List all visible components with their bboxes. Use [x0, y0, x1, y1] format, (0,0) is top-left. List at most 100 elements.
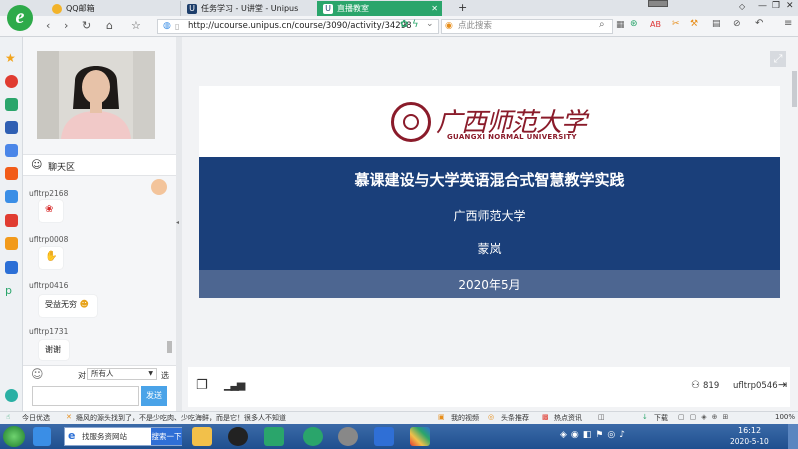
page-icon: ▯	[175, 22, 180, 31]
chat-title: 聊天区	[48, 163, 76, 173]
recipient-select[interactable]: 所有人 ▼	[87, 368, 157, 380]
unipus-icon: U	[187, 3, 197, 14]
send-button[interactable]: 发送	[141, 386, 167, 406]
news-icon: ✕	[66, 413, 72, 421]
new-tab-button[interactable]: +	[458, 1, 467, 14]
taskbar-search-button[interactable]: 搜索一下	[151, 428, 182, 445]
collapse-icon[interactable]: ◂	[176, 219, 179, 226]
status-item[interactable]: 热点资讯	[554, 413, 582, 423]
chat-scrollbar[interactable]	[166, 177, 173, 353]
back-icon[interactable]: ‹	[46, 19, 50, 32]
slide-title: 慕课建设与大学英语混合式智慧教学实践	[354, 171, 625, 189]
viewers-icon: ⚇	[691, 380, 700, 391]
user-app-icon[interactable]	[338, 427, 358, 446]
plus-icon[interactable]	[5, 389, 18, 402]
weibo-icon[interactable]	[5, 75, 18, 88]
games-icon[interactable]	[5, 237, 18, 250]
status-bar: ☝ 今日优选 ✕ 瘾风的源头找到了，不是少吃肉、少吃海鲜，而是它！很多人不知道 …	[0, 411, 798, 424]
status-left-label[interactable]: 今日优选	[22, 413, 50, 423]
teacher-badge-icon[interactable]	[151, 179, 167, 195]
start-button-icon[interactable]	[3, 426, 25, 447]
taskbar-search[interactable]: e 找服务资网站 搜索一下	[64, 427, 182, 446]
sidebar-rail: ★ p	[0, 37, 23, 411]
ie-icon[interactable]	[33, 427, 51, 446]
show-desktop-button[interactable]	[788, 424, 798, 449]
tray-icons[interactable]: ◈◉◧⚑◎♪	[560, 430, 629, 440]
search-placeholder: 点此搜索	[458, 21, 493, 31]
chat-bubble-icon: ☺	[31, 158, 43, 171]
forward-icon[interactable]: ›	[64, 19, 68, 32]
lightning-icon[interactable]: ϟ	[412, 19, 419, 30]
screen-switch-icon[interactable]: ❐	[196, 378, 208, 393]
status-item[interactable]: 头条推荐	[501, 413, 529, 423]
status-item[interactable]: 下载	[654, 413, 668, 423]
teacher-portrait	[37, 51, 155, 139]
zoom-level[interactable]: 100%	[775, 413, 795, 421]
rose-icon: ❀	[45, 204, 54, 215]
maximize-icon[interactable]: ❐	[772, 1, 780, 11]
chat-input[interactable]	[32, 386, 139, 406]
select-label[interactable]: 选	[161, 370, 169, 381]
url-field[interactable]: ◍ ▯ http://ucourse.unipus.cn/course/3090…	[157, 19, 439, 34]
color-app-icon[interactable]	[410, 427, 430, 446]
shield-app-icon[interactable]	[374, 427, 394, 446]
tab-live-classroom[interactable]: U 直播教室 ✕	[317, 1, 442, 16]
menu-grid-icon[interactable]: ▤	[712, 19, 721, 29]
home-icon[interactable]: ⌂	[106, 19, 113, 32]
star-icon[interactable]: ★	[5, 52, 18, 65]
close-tab-icon[interactable]: ✕	[431, 4, 438, 13]
emoji-icon[interactable]: ☺	[31, 367, 44, 381]
p-icon[interactable]: p	[5, 284, 18, 297]
status-item[interactable]: 我的视频	[451, 413, 479, 423]
wechat-icon[interactable]	[264, 427, 284, 446]
undo-icon[interactable]: ↶	[755, 18, 763, 29]
folder-icon[interactable]	[192, 427, 212, 446]
secure-icon[interactable]: ✿	[400, 19, 408, 30]
search-icon[interactable]: ⌕	[599, 19, 605, 30]
shield-icon[interactable]: ◇	[739, 2, 745, 11]
clock-time[interactable]: 16:12	[738, 426, 761, 435]
reload-icon[interactable]: ↻	[82, 19, 91, 32]
cut-icon[interactable]: ⊘	[733, 19, 741, 29]
search-field[interactable]: ◉ 点此搜索	[441, 19, 613, 34]
status-tools-icon[interactable]: ▢▢◈⊕⊞	[678, 413, 733, 421]
fullscreen-icon[interactable]: ⤢	[770, 51, 786, 67]
teacher-video	[37, 51, 155, 139]
bookmark-star-icon[interactable]: ☆	[131, 19, 141, 32]
control-bar: ❐ ▁▃▅ ⚇ 819 ufltrp0546 ⇥	[188, 367, 790, 407]
logout-icon[interactable]: ⇥	[778, 378, 787, 391]
security-icon[interactable]: ⊛	[630, 19, 638, 29]
doc-icon[interactable]	[5, 144, 18, 157]
dropdown-icon[interactable]: ⌄	[426, 19, 434, 29]
qq-icon[interactable]	[228, 427, 248, 446]
news-ticker[interactable]: 瘾风的源头找到了，不是少吃肉、少吃海鲜，而是它！很多人不知道	[76, 413, 296, 423]
scrollbar-thumb[interactable]	[167, 341, 172, 353]
mail-icon[interactable]	[5, 98, 18, 111]
date-bar: 2020年5月	[199, 270, 780, 298]
tools-app-icon[interactable]	[5, 261, 18, 274]
tools-icon[interactable]: ⚒	[690, 19, 698, 29]
chevron-down-icon: ▼	[148, 370, 153, 377]
main-scrollbar[interactable]	[792, 71, 797, 107]
slide-date: 2020年5月	[458, 278, 521, 292]
video-app-icon[interactable]	[5, 214, 18, 227]
signal-icon[interactable]: ▁▃▅	[224, 378, 245, 391]
main-area: ⤢ 广西师范大学 GUANGXI NORMAL UNIVERSITY 慕课建设与…	[182, 37, 798, 411]
recipient-value: 所有人	[91, 369, 114, 378]
screenshot-icon[interactable]: ✂	[672, 19, 680, 29]
browser-logo-icon[interactable]: e	[7, 5, 33, 31]
shop-icon[interactable]	[5, 190, 18, 203]
tab-qq-mail[interactable]: QQ邮箱	[46, 1, 176, 16]
close-window-icon[interactable]: ✕	[786, 1, 794, 11]
window-thumb-icon	[648, 0, 668, 7]
menu-icon[interactable]: ≡	[784, 18, 792, 29]
browser-taskbar-icon[interactable]	[303, 427, 323, 446]
clock-date[interactable]: 2020-5-10	[730, 437, 769, 446]
grid-icon[interactable]: ▦	[616, 20, 625, 30]
app-icon[interactable]	[5, 121, 18, 134]
minimize-icon[interactable]: —	[758, 1, 767, 11]
ab-icon[interactable]: AB	[650, 20, 661, 29]
game-icon[interactable]	[5, 167, 18, 180]
message-bubble: ❀	[39, 200, 63, 222]
tab-task-learning[interactable]: U 任务学习 - U讲堂 - Unipus	[180, 1, 316, 16]
